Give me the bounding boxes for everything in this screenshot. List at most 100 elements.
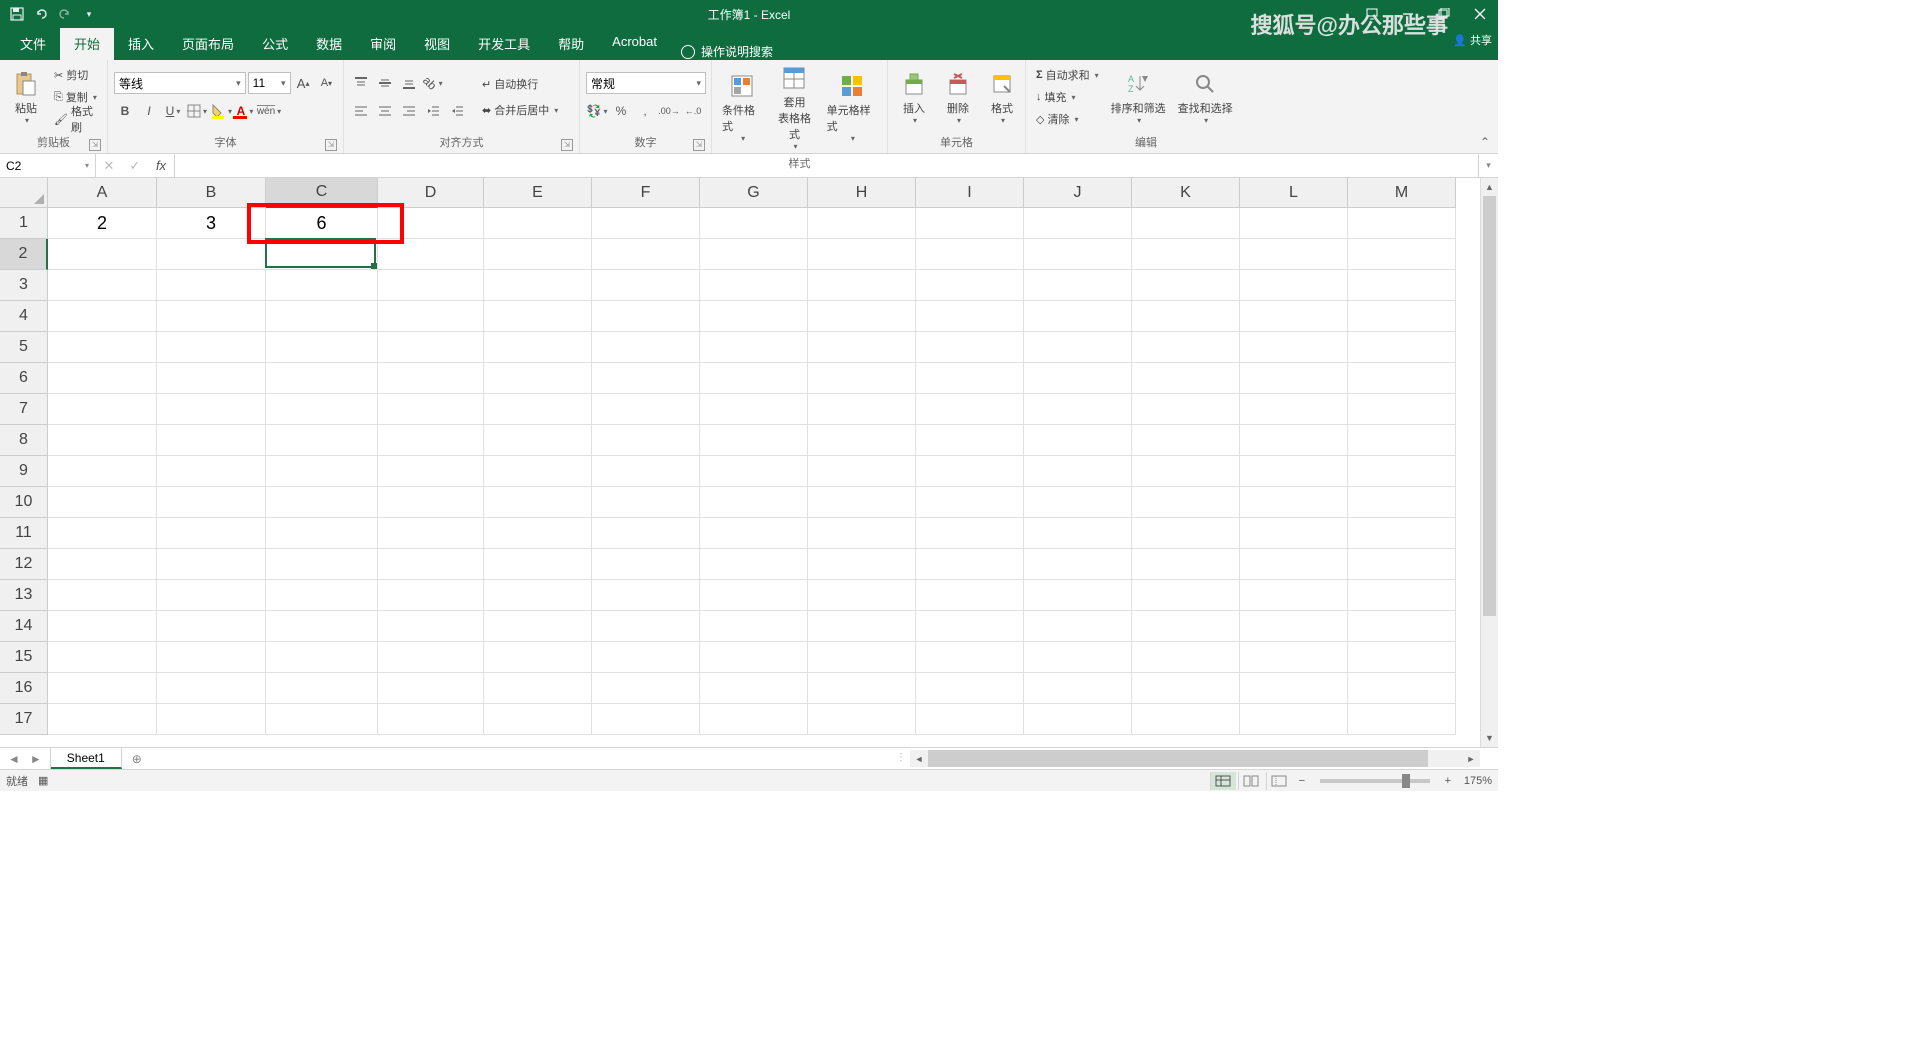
clear-button[interactable]: ◇清除▾ (1032, 109, 1103, 129)
cell[interactable] (916, 580, 1024, 611)
cell[interactable] (378, 363, 484, 394)
cell[interactable] (808, 394, 916, 425)
scroll-left-button[interactable]: ◄ (910, 750, 928, 767)
cell[interactable] (916, 301, 1024, 332)
cell[interactable] (1240, 239, 1348, 270)
close-button[interactable] (1462, 0, 1498, 28)
row-header[interactable]: 14 (0, 611, 48, 642)
cell[interactable] (484, 363, 592, 394)
cell[interactable] (916, 611, 1024, 642)
column-header[interactable]: G (700, 178, 808, 208)
orientation-button[interactable]: ab▾ (422, 72, 444, 94)
zoom-slider[interactable] (1320, 779, 1430, 783)
column-header[interactable]: D (378, 178, 484, 208)
cell[interactable] (700, 425, 808, 456)
cell[interactable] (157, 611, 266, 642)
fill-button[interactable]: ↓填充▾ (1032, 87, 1103, 107)
cell[interactable] (1240, 487, 1348, 518)
cell[interactable] (48, 332, 157, 363)
cell[interactable] (1240, 611, 1348, 642)
cell[interactable] (916, 673, 1024, 704)
cell[interactable] (916, 394, 1024, 425)
name-box[interactable]: C2▾ (0, 154, 96, 177)
cell[interactable] (592, 704, 700, 735)
row-header[interactable]: 1 (0, 208, 48, 239)
zoom-level[interactable]: 175% (1464, 775, 1492, 787)
alignment-launcher[interactable]: ⇲ (561, 139, 573, 151)
cell[interactable] (1024, 518, 1132, 549)
cell[interactable] (592, 580, 700, 611)
cell[interactable] (1240, 580, 1348, 611)
redo-button[interactable] (54, 3, 76, 25)
cell[interactable] (916, 456, 1024, 487)
cell[interactable] (48, 673, 157, 704)
cell[interactable] (266, 487, 378, 518)
cell[interactable] (1024, 394, 1132, 425)
cell[interactable] (378, 642, 484, 673)
cancel-formula-button[interactable]: ✕ (96, 158, 122, 174)
column-header[interactable]: F (592, 178, 700, 208)
cell[interactable] (808, 642, 916, 673)
merge-center-button[interactable]: ⬌合并后居中▾ (478, 100, 562, 120)
row-header[interactable]: 6 (0, 363, 48, 394)
scroll-down-button[interactable]: ▼ (1481, 729, 1498, 747)
cell[interactable] (378, 549, 484, 580)
cell[interactable] (378, 704, 484, 735)
enter-formula-button[interactable]: ✓ (122, 158, 148, 174)
cell[interactable] (378, 332, 484, 363)
cell[interactable] (266, 673, 378, 704)
border-button[interactable]: ▾ (186, 100, 208, 122)
cell[interactable] (157, 332, 266, 363)
comma-button[interactable]: , (634, 100, 656, 122)
ribbon-tab[interactable]: 开始 (60, 27, 114, 60)
cell[interactable] (1348, 394, 1456, 425)
cell[interactable] (808, 270, 916, 301)
ribbon-tab[interactable]: 插入 (114, 27, 168, 60)
cell[interactable] (1024, 363, 1132, 394)
cell[interactable] (1240, 673, 1348, 704)
cell[interactable] (157, 270, 266, 301)
conditional-format-button[interactable]: 条件格式▾ (718, 62, 766, 153)
cell[interactable] (700, 239, 808, 270)
collapse-ribbon-button[interactable]: ⌃ (1480, 135, 1490, 149)
cell[interactable] (592, 487, 700, 518)
italic-button[interactable]: I (138, 100, 160, 122)
row-header[interactable]: 8 (0, 425, 48, 456)
row-header[interactable]: 13 (0, 580, 48, 611)
zoom-out-button[interactable]: − (1294, 775, 1310, 787)
find-select-button[interactable]: 查找和选择▾ (1174, 62, 1237, 132)
cell[interactable] (484, 456, 592, 487)
ribbon-tab[interactable]: 文件 (6, 27, 60, 60)
cell[interactable] (700, 704, 808, 735)
cell[interactable] (157, 518, 266, 549)
cell[interactable] (484, 425, 592, 456)
row-header[interactable]: 15 (0, 642, 48, 673)
cell[interactable] (157, 301, 266, 332)
cell[interactable] (808, 487, 916, 518)
cell[interactable] (1240, 642, 1348, 673)
cell[interactable] (700, 549, 808, 580)
decrease-font-button[interactable]: A▾ (316, 72, 337, 94)
column-header[interactable]: E (484, 178, 592, 208)
delete-cells-button[interactable]: 删除▾ (938, 62, 978, 132)
cell[interactable] (266, 580, 378, 611)
cell[interactable] (808, 208, 916, 239)
minimize-button[interactable] (1390, 0, 1426, 28)
format-cells-button[interactable]: 格式▾ (982, 62, 1022, 132)
cell[interactable] (48, 363, 157, 394)
cell[interactable] (484, 239, 592, 270)
cell[interactable] (700, 518, 808, 549)
ribbon-tab[interactable]: 视图 (410, 27, 464, 60)
cell[interactable] (484, 580, 592, 611)
align-left-button[interactable] (350, 100, 372, 122)
cell[interactable] (157, 549, 266, 580)
cell[interactable] (592, 549, 700, 580)
cell[interactable] (1348, 642, 1456, 673)
column-header[interactable]: K (1132, 178, 1240, 208)
cell[interactable] (484, 518, 592, 549)
autosum-button[interactable]: Σ 自动求和▾ (1032, 65, 1103, 85)
cell[interactable] (378, 394, 484, 425)
cell[interactable] (1132, 363, 1240, 394)
cell[interactable] (157, 425, 266, 456)
cell[interactable] (266, 642, 378, 673)
